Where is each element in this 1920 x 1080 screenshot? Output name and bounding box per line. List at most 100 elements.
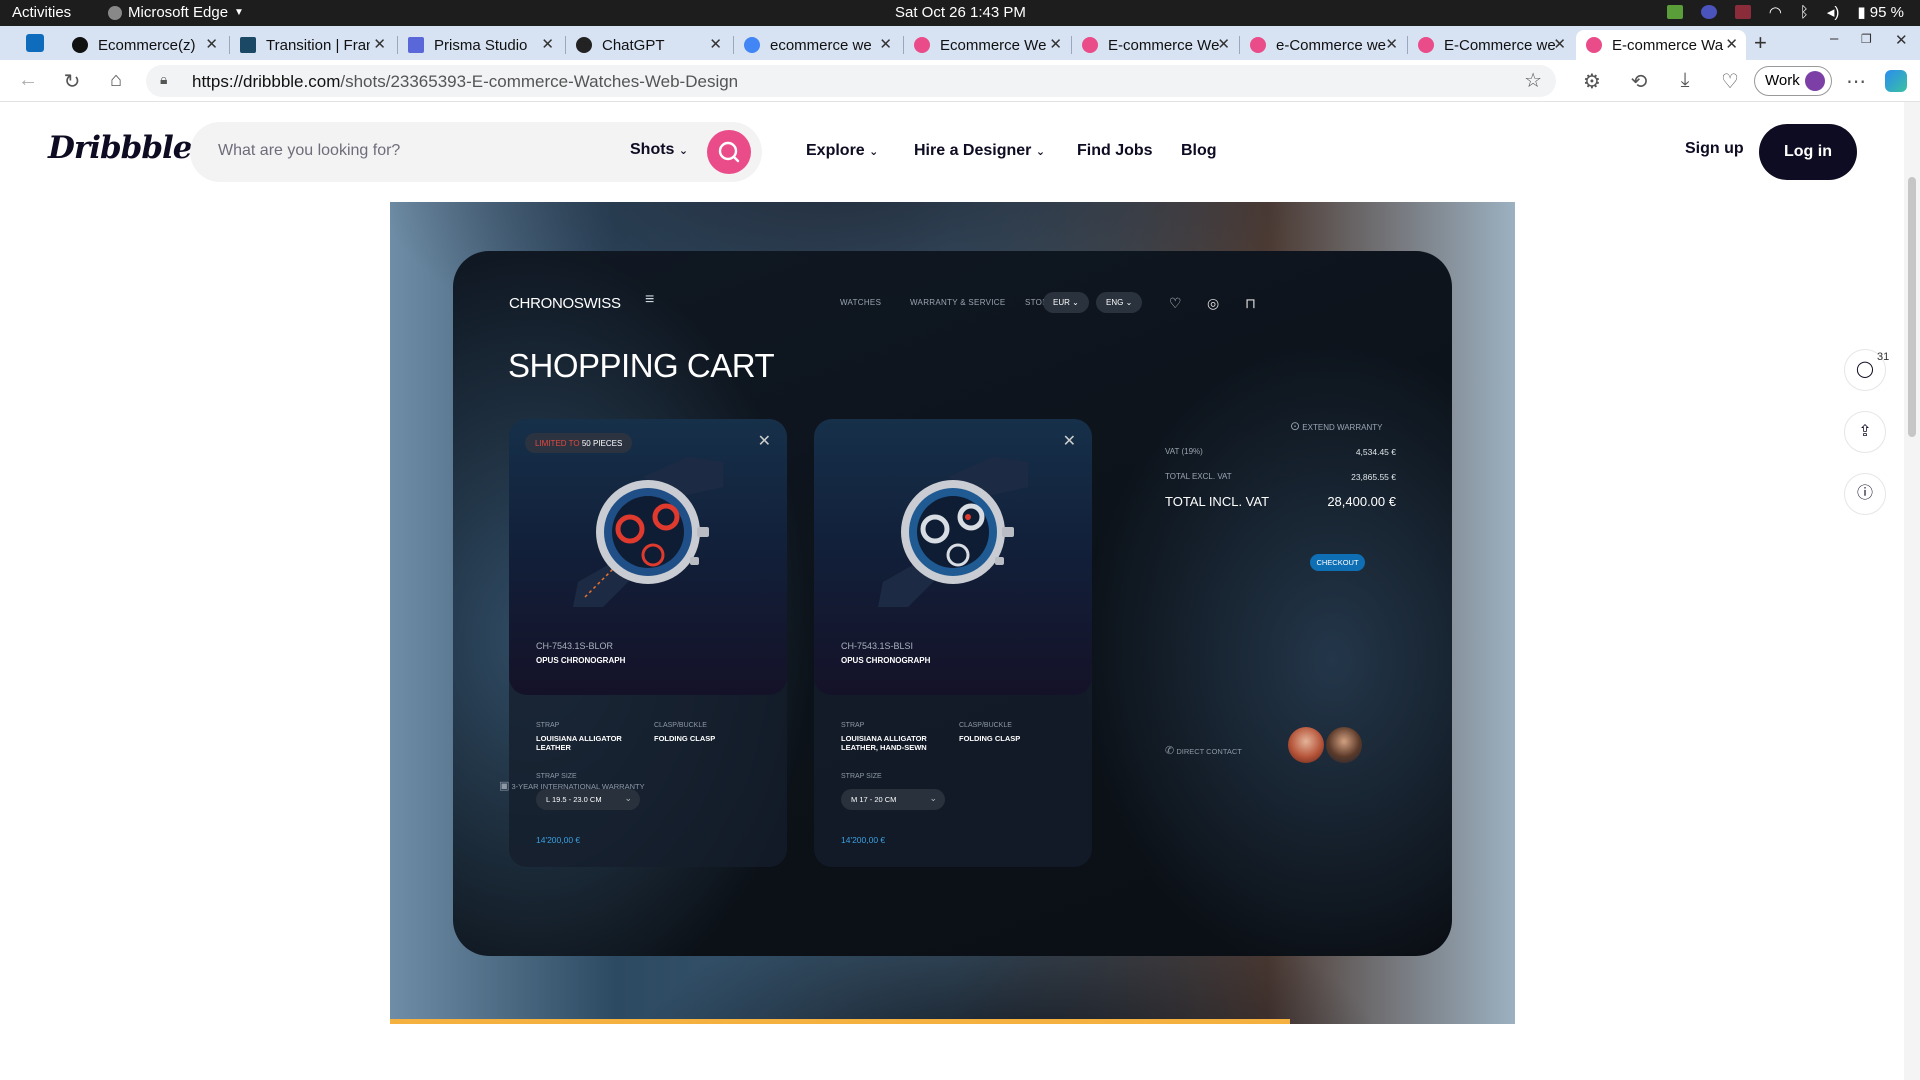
downloads-icon[interactable]: ⤓	[1673, 69, 1697, 92]
app-menu[interactable]: Microsoft Edge ▼	[108, 4, 244, 21]
close-icon[interactable]: ✕	[1725, 35, 1738, 53]
bluetooth-icon[interactable]: ᛒ	[1800, 4, 1809, 21]
direct-contact: ✆ DIRECT CONTACT	[1165, 744, 1242, 757]
volume-icon[interactable]: ◂)	[1827, 3, 1840, 21]
close-icon[interactable]: ✕	[541, 35, 554, 53]
minimize-icon[interactable]: –	[1830, 30, 1838, 47]
browser-tab[interactable]: ChatGPT ✕	[566, 30, 730, 60]
sign-up-link[interactable]: Sign up	[1685, 140, 1744, 158]
browser-toolbar: ← ↻ ⌂ 🔒︎ https://dribbble.com/shots/2336…	[0, 60, 1920, 102]
watch-image	[878, 457, 1028, 607]
url-text[interactable]: https://dribbble.com/shots/23365393-E-co…	[192, 72, 738, 92]
chevron-down-icon: ⌄	[624, 793, 632, 803]
close-icon[interactable]: ✕	[1385, 35, 1398, 53]
browser-tab-active[interactable]: E-commerce Wa ✕	[1576, 30, 1746, 60]
reload-icon[interactable]: ↻	[60, 69, 84, 94]
new-tab-icon[interactable]: +	[1754, 30, 1767, 56]
direct-contact-label: DIRECT CONTACT	[1176, 747, 1242, 756]
outlook-icon[interactable]	[26, 34, 44, 52]
close-window-icon[interactable]: ✕	[1895, 31, 1908, 49]
nav-explore[interactable]: Explore ⌄	[806, 142, 878, 160]
teams-icon[interactable]	[1700, 5, 1717, 19]
strap-size-value: L 19.5 - 23.0 CM	[546, 795, 602, 804]
browser-tab[interactable]: E-commerce We ✕	[1072, 30, 1238, 60]
watch-image	[573, 457, 723, 607]
clasp-label: CLASP/BUCKLE	[654, 722, 707, 729]
clasp-value: FOLDING CLASP	[654, 734, 716, 743]
shield-icon: ⊙	[1290, 419, 1301, 433]
scrollbar-thumb[interactable]	[1908, 177, 1916, 437]
avatar	[1288, 727, 1324, 763]
profile-button[interactable]: Work	[1754, 66, 1832, 96]
video-progress-bar[interactable]	[390, 1019, 1290, 1024]
nav-label: Explore	[806, 142, 865, 159]
close-icon[interactable]: ✕	[1217, 35, 1230, 53]
more-menu-icon[interactable]: ⋯	[1844, 69, 1868, 94]
dribbble-logo[interactable]: Dribbble	[48, 130, 193, 166]
battery-level: 95 %	[1869, 4, 1904, 21]
nav-hire-a-designer[interactable]: Hire a Designer ⌄	[914, 142, 1045, 160]
chevron-down-icon: ⌄	[678, 145, 689, 157]
search-scope-dropdown[interactable]: Shots ⌄	[630, 141, 688, 159]
close-icon[interactable]: ✕	[373, 35, 386, 53]
browser-tab[interactable]: Ecommerce We ✕	[904, 30, 1070, 60]
chevron-down-icon: ▼	[234, 7, 244, 18]
copilot-icon[interactable]	[1885, 70, 1907, 92]
strap-value: LOUISIANA ALLIGATOR LEATHER	[536, 734, 622, 752]
browser-tab[interactable]: Transition | Fran ✕	[230, 30, 394, 60]
close-icon[interactable]: ✕	[205, 35, 218, 53]
history-icon[interactable]: ⟲	[1627, 69, 1651, 94]
browser-tab[interactable]: Ecommerce(z) ✕	[62, 30, 226, 60]
close-icon[interactable]: ✕	[879, 35, 892, 53]
info-icon: ⓘ	[1856, 485, 1873, 502]
close-icon: ✕	[757, 433, 771, 450]
search-scope-label: Shots	[630, 141, 675, 158]
product-model: OPUS CHRONOGRAPH	[841, 656, 931, 665]
extensions-icon[interactable]: ⚙	[1580, 69, 1604, 94]
nav-blog[interactable]: Blog	[1181, 142, 1217, 160]
wifi-icon[interactable]: ◠	[1769, 3, 1782, 21]
log-in-button[interactable]: Log in	[1759, 124, 1857, 180]
clock[interactable]: Sat Oct 26 1:43 PM	[895, 4, 1026, 21]
scrollbar[interactable]	[1904, 102, 1920, 1080]
browser-tab[interactable]: E-Commerce we ✕	[1408, 30, 1574, 60]
lock-icon[interactable]: 🔒︎	[160, 71, 167, 88]
activities-button[interactable]: Activities	[12, 4, 71, 21]
browser-tab[interactable]: ecommerce we ✕	[734, 30, 900, 60]
search-button[interactable]	[707, 130, 751, 174]
back-icon[interactable]: ←	[16, 69, 40, 92]
search-input[interactable]: What are you looking for?	[218, 142, 400, 160]
battery-icon: ▮	[1857, 4, 1866, 21]
favorite-star-icon[interactable]: ☆	[1524, 68, 1542, 93]
tab-title: Ecommerce We	[940, 36, 1047, 54]
user-icon: ◎	[1207, 295, 1220, 311]
close-icon[interactable]: ✕	[709, 35, 722, 53]
system-tray[interactable]: ◠ ᛒ ◂) ▮ 95 %	[1666, 3, 1904, 21]
info-button[interactable]: ⓘ	[1844, 473, 1886, 515]
warranty-note: ▣ 3-YEAR INTERNATIONAL WARRANTY	[499, 779, 645, 792]
shot-image[interactable]: CHRONOSWISS ≡ WATCHES WARRANTY & SERVICE…	[390, 202, 1515, 1024]
design-mockup: CHRONOSWISS ≡ WATCHES WARRANTY & SERVICE…	[453, 251, 1452, 956]
tray-app-icon[interactable]	[1666, 5, 1683, 19]
restore-icon[interactable]: ❐	[1861, 32, 1872, 46]
tab-favicon	[72, 37, 88, 53]
warranty-note-label: 3-YEAR INTERNATIONAL WARRANTY	[511, 782, 645, 791]
address-bar[interactable]: 🔒︎ https://dribbble.com/shots/23365393-E…	[146, 65, 1556, 97]
browser-tab[interactable]: e-Commerce we ✕	[1240, 30, 1406, 60]
home-icon[interactable]: ⌂	[104, 69, 128, 92]
tray-app-icon[interactable]	[1734, 5, 1751, 19]
nav-find-jobs[interactable]: Find Jobs	[1077, 142, 1153, 160]
strap-size-value: M 17 - 20 CM	[851, 795, 897, 804]
product-card: ✕ CH-7543.1S-BLSI OPUS CHRONOGRAPH STRAP…	[814, 419, 1092, 867]
share-button[interactable]: ⇪	[1844, 411, 1886, 453]
strap-size-select: L 19.5 - 23.0 CM ⌄	[536, 789, 640, 810]
close-icon[interactable]: ✕	[1553, 35, 1566, 53]
browser-tab[interactable]: Prisma Studio ✕	[398, 30, 562, 60]
tab-title: Prisma Studio	[434, 36, 528, 54]
vat-label: VAT (19%)	[1165, 447, 1203, 456]
battery-indicator[interactable]: ▮ 95 %	[1857, 3, 1904, 21]
browser-essentials-icon[interactable]: ♡	[1718, 69, 1742, 94]
tab-favicon	[576, 37, 592, 53]
close-icon[interactable]: ✕	[1049, 35, 1062, 53]
mock-currency-select: EUR ⌄	[1043, 292, 1089, 313]
